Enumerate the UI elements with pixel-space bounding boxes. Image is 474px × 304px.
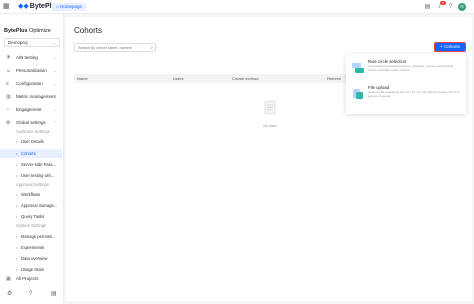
chevron-down-icon: ⌄	[53, 107, 57, 112]
sidebar-item-metric-management[interactable]: ▥ Metric management	[0, 92, 64, 102]
sidebar-item-engagement[interactable]: ◔ Engagement ⌄	[0, 105, 64, 115]
product-brand: BytePlus Optimize	[4, 28, 51, 34]
sidebar-item-user-testing[interactable]: • User testing whi...	[0, 171, 62, 180]
menu-grid-icon[interactable]: ▦	[3, 3, 10, 11]
create-cohort-dropdown: Rule circle selection Combination screen…	[346, 54, 466, 114]
option-rule-circle-selection[interactable]: Rule circle selection Combination screen…	[352, 59, 462, 81]
settings-icon[interactable]: ⚙	[7, 290, 12, 298]
gear-icon: ⚙	[6, 120, 11, 126]
column-create-method[interactable]: Create method	[232, 74, 258, 83]
engagement-icon: ◔	[6, 107, 10, 113]
chart-icon: ▥	[6, 94, 11, 100]
sidebar-item-data-overview[interactable]: • Data overview	[0, 254, 62, 263]
breadcrumb-homepage[interactable]: ⌂ Homepage	[52, 3, 86, 11]
grid-icon: ▦	[6, 276, 11, 282]
group-approval-settings: Approval Settings	[16, 182, 49, 187]
avatar[interactable]: H	[458, 3, 466, 11]
sidebar-item-query-tasks[interactable]: • Query Tasks	[0, 212, 62, 221]
column-refresh[interactable]: Refresh	[327, 74, 341, 83]
help-circle-icon[interactable]: ?	[29, 290, 32, 298]
sidebar-item-approval-management[interactable]: • Approval manage...	[0, 201, 62, 210]
chevron-down-icon: ⌄	[53, 81, 57, 86]
search-icon[interactable]: ⌕	[150, 44, 153, 51]
top-bar: ▦ ◆◆BytePlus ⌂ Homepage ▤ ♪ 8 ? H	[0, 0, 474, 14]
help-icon[interactable]: ?	[447, 3, 454, 11]
file-icon	[353, 89, 363, 99]
sidebar-item-configuration[interactable]: ≡ Configuration ⌄	[0, 79, 64, 89]
empty-state: No data	[254, 99, 286, 128]
search-box[interactable]: ⌕	[74, 43, 156, 52]
empty-text: No data	[263, 124, 277, 128]
notification-badge: 8	[440, 1, 446, 5]
sidebar-item-workflows[interactable]: • Workflows	[0, 190, 62, 199]
sidebar-item-server-side-params[interactable]: • Server-side Para...	[0, 160, 62, 169]
collapse-sidebar-icon[interactable]: ▤	[51, 290, 57, 298]
sidebar-item-personalization[interactable]: ☺ Personalization ⌄	[0, 66, 64, 76]
user-icon: ☺	[6, 68, 12, 74]
column-name[interactable]: Name	[77, 74, 88, 83]
sidebar: BytePlus Optimize Demoproj ⌄ ⚗ A/B testing…	[0, 14, 64, 304]
sidebar-item-cohorts[interactable]: • Cohorts	[0, 149, 62, 158]
search-input[interactable]	[78, 45, 148, 51]
create-cohort-button[interactable]: + Cohorts	[434, 42, 466, 52]
empty-document-icon	[264, 100, 276, 115]
option-file-upload[interactable]: File upload Upload a file containing the…	[352, 85, 462, 107]
book-icon[interactable]: ▤	[424, 3, 431, 11]
column-users[interactable]: Users	[173, 74, 183, 83]
chevron-down-icon: ⌄	[53, 68, 57, 73]
flask-icon: ⚗	[6, 55, 11, 61]
sidebar-item-usage-stats[interactable]: • Usage Stats	[0, 265, 62, 274]
sidebar-item-global-settings[interactable]: ⚙ Global settings ⌃	[0, 118, 64, 128]
sidebar-item-ab-testing[interactable]: ⚗ A/B testing ⌄	[0, 53, 64, 63]
page-title: Cohorts	[74, 26, 103, 35]
chevron-up-icon: ⌃	[53, 120, 57, 125]
sidebar-item-experiments[interactable]: • Experiments	[0, 243, 62, 252]
chevron-down-icon: ⌄	[53, 55, 57, 60]
sidebar-item-manage-permissions[interactable]: • Manage permiss...	[0, 232, 62, 241]
group-system-settings: System Settings	[16, 223, 47, 228]
sidebar-item-user-details[interactable]: • User Details	[0, 137, 62, 146]
sidebar-item-all-projects[interactable]: ▦ All Projects	[0, 274, 64, 284]
project-select[interactable]: Demoproj ⌄	[4, 38, 60, 47]
rule-icon	[352, 63, 364, 73]
chevron-down-icon: ⌄	[52, 40, 56, 45]
sliders-icon: ≡	[6, 81, 9, 87]
group-audience-settings: Audience Settings	[16, 129, 50, 134]
